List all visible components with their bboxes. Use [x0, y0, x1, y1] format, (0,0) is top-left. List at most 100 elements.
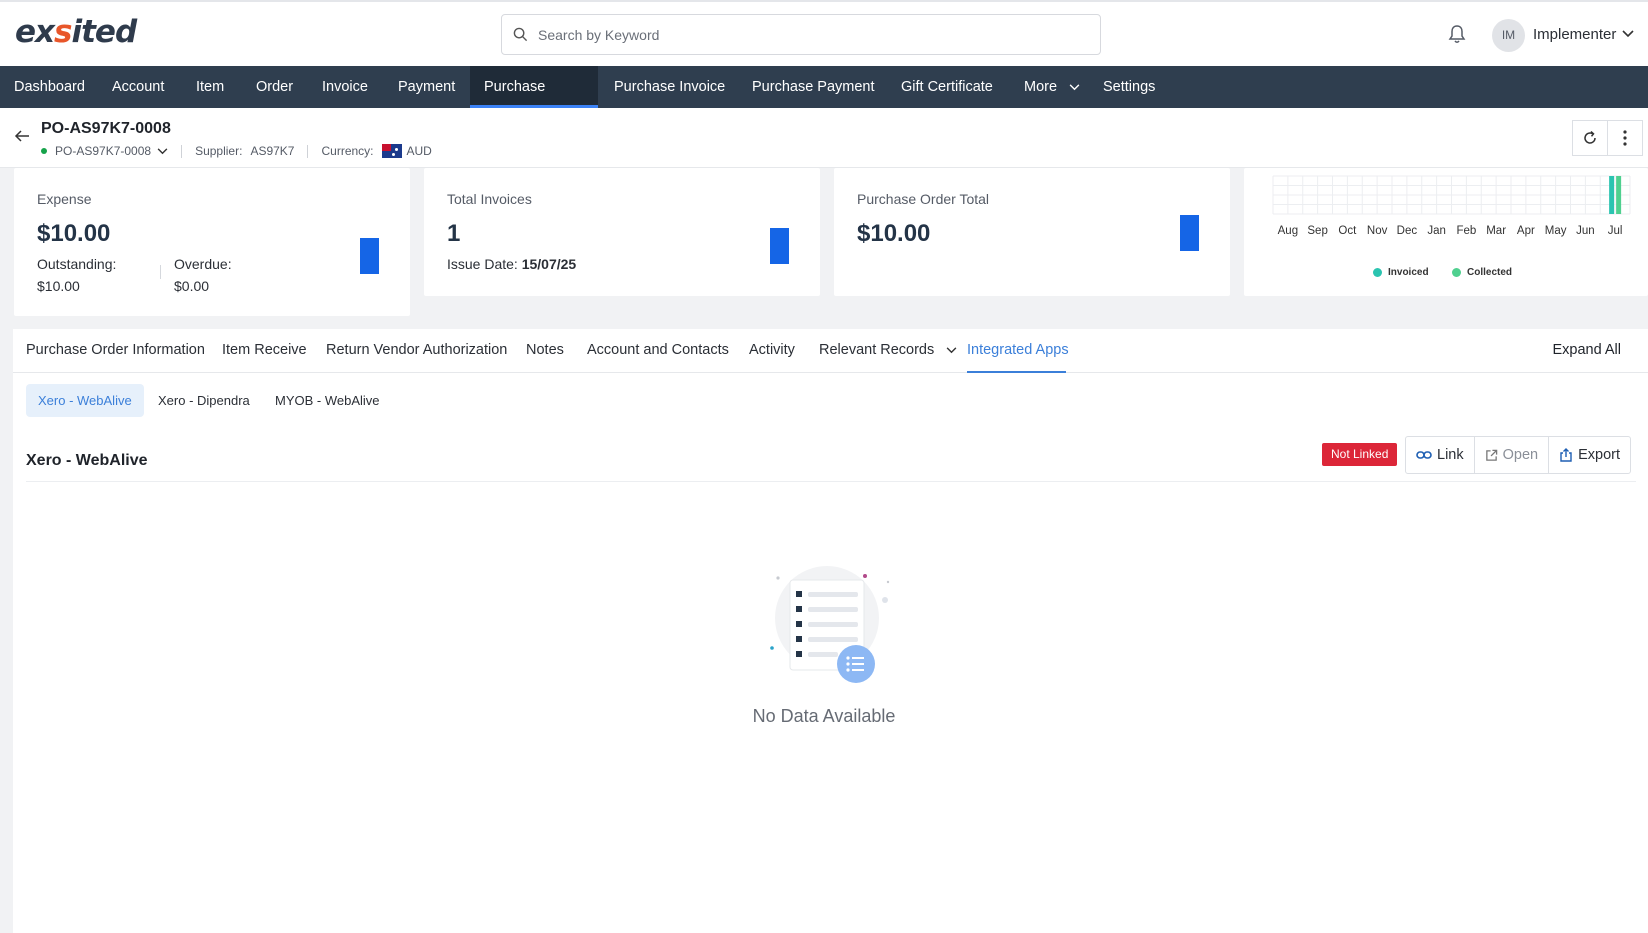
subtab-xero-webalive[interactable]: Xero - WebAlive: [26, 384, 144, 417]
tab-item-receive[interactable]: Item Receive: [222, 342, 307, 358]
kebab-menu-icon: [1623, 130, 1627, 146]
card-label: Total Invoices: [447, 191, 532, 207]
tab-integrated-apps[interactable]: Integrated Apps: [967, 342, 1069, 358]
divider: [26, 481, 1636, 482]
status-badge: Not Linked: [1322, 443, 1398, 466]
australia-flag-icon: [381, 144, 402, 158]
chevron-down-icon[interactable]: [157, 147, 168, 155]
expense-card: Expense $10.00 Outstanding: $10.00 Overd…: [14, 168, 410, 316]
legend-invoiced: Invoiced: [1373, 267, 1429, 278]
outstanding-label: Outstanding:: [37, 256, 117, 272]
record-header: PO-AS97K7-0008 PO-AS97K7-0008 Supplier: …: [0, 108, 1648, 168]
subtab-myob-webalive[interactable]: MYOB - WebAlive: [263, 384, 392, 417]
active-tab-indicator: [967, 371, 1066, 373]
nav-payment[interactable]: Payment: [384, 66, 469, 108]
link-label: Link: [1437, 447, 1464, 463]
top-header: exsited IM Implementer: [0, 0, 1648, 66]
total-invoices-card: Total Invoices 1 Issue Date: 15/07/25: [424, 168, 820, 296]
search-box[interactable]: [501, 14, 1101, 55]
nav-more[interactable]: More: [1010, 66, 1094, 108]
tab-activity[interactable]: Activity: [749, 342, 795, 358]
chart-tick-label: Dec: [1397, 225, 1418, 237]
empty-document-icon: [770, 566, 890, 683]
tab-account-and-contacts[interactable]: Account and Contacts: [587, 342, 729, 358]
link-icon: [1416, 451, 1432, 459]
overdue-value: $0.00: [174, 278, 210, 294]
chart-tick-label: Apr: [1517, 225, 1535, 237]
logo-text: ex: [15, 14, 55, 50]
divider: [160, 265, 161, 279]
tab-relevant-records[interactable]: Relevant Records: [819, 342, 957, 358]
nav-dashboard[interactable]: Dashboard: [0, 66, 99, 108]
card-value: $10.00: [857, 220, 931, 247]
export-label: Export: [1578, 447, 1621, 463]
status-selector[interactable]: PO-AS97K7-0008: [55, 144, 151, 158]
chart-tick-label: Jul: [1608, 225, 1623, 237]
invoices-mini-bar: [770, 228, 789, 264]
po-total-card: Purchase Order Total $10.00: [834, 168, 1230, 296]
nav-purchase-payment[interactable]: Purchase Payment: [738, 66, 889, 108]
nav-purchase-invoice[interactable]: Purchase Invoice: [600, 66, 739, 108]
section-title: Xero - WebAlive: [26, 452, 148, 469]
chart-tick-label: Mar: [1486, 225, 1506, 237]
nav-order[interactable]: Order: [242, 66, 307, 108]
tab-notes[interactable]: Notes: [526, 342, 564, 358]
open-button[interactable]: Open: [1475, 437, 1550, 473]
chevron-down-icon: [1069, 84, 1080, 91]
export-button[interactable]: Export: [1549, 437, 1630, 473]
refresh-button[interactable]: [1572, 120, 1608, 156]
expand-all-button[interactable]: Expand All: [1552, 342, 1621, 358]
nav-purchase-order[interactable]: Purchase Order: [470, 66, 598, 137]
issue-date-value: 15/07/25: [521, 256, 577, 272]
logo-accent: s: [54, 14, 72, 50]
chart-tick-label: Feb: [1456, 225, 1476, 237]
supplier-value: AS97K7: [250, 144, 295, 158]
main-nav: Dashboard Account Item Order Invoice Pay…: [0, 66, 1648, 137]
user-name[interactable]: Implementer: [1533, 26, 1616, 43]
legend-label: Collected: [1467, 267, 1513, 278]
chart-tick-label: May: [1545, 225, 1567, 237]
chevron-down-icon[interactable]: [1622, 30, 1634, 38]
nav-settings[interactable]: Settings: [1089, 66, 1169, 108]
chevron-down-icon: [946, 347, 957, 354]
card-label: Expense: [37, 191, 92, 207]
supplier-label: Supplier:: [195, 144, 243, 158]
legend-swatch: [1373, 268, 1382, 277]
legend-label: Invoiced: [1388, 267, 1429, 278]
po-total-mini-bar: [1180, 215, 1199, 251]
bell-icon[interactable]: [1448, 24, 1466, 44]
invoiced-collected-chart: Aug Sep Oct Nov Dec Jan Feb Mar Apr May Jun Jul: [1272, 175, 1631, 237]
back-arrow-icon[interactable]: [14, 130, 30, 142]
tab-purchase-order-information[interactable]: Purchase Order Information: [26, 342, 205, 358]
legend-collected: Collected: [1452, 267, 1512, 278]
integration-actions: Link Open Export: [1405, 436, 1632, 474]
avatar[interactable]: IM: [1492, 19, 1525, 52]
card-label: Purchase Order Total: [857, 191, 990, 207]
record-meta: PO-AS97K7-0008 Supplier: AS97K7 Currency…: [41, 144, 432, 158]
chart-bar-invoiced-jul: [1609, 176, 1615, 214]
exsited-logo[interactable]: exsited: [15, 14, 137, 50]
logo-text: ited: [71, 14, 137, 50]
nav-more-label: More: [1024, 79, 1058, 95]
tab-return-vendor-authorization[interactable]: Return Vendor Authorization: [326, 342, 507, 358]
nav-item[interactable]: Item: [182, 66, 238, 108]
nav-gift-certificate[interactable]: Gift Certificate: [887, 66, 1007, 108]
link-button[interactable]: Link: [1406, 437, 1475, 473]
nav-account[interactable]: Account: [98, 66, 178, 108]
card-value: $10.00: [37, 220, 111, 247]
external-link-icon: [1485, 449, 1497, 461]
section-tabs: Purchase Order Information Item Receive …: [13, 329, 1648, 373]
chart-tick-label: Jan: [1427, 225, 1446, 237]
subtab-xero-dipendra[interactable]: Xero - Dipendra: [146, 384, 262, 417]
currency-label: Currency:: [321, 144, 374, 158]
chart-bar-collected-jul: [1616, 176, 1622, 214]
chart-tick-label: Jun: [1576, 225, 1595, 237]
divider: [181, 144, 183, 158]
search-input[interactable]: [538, 23, 1078, 47]
nav-invoice[interactable]: Invoice: [308, 66, 382, 108]
more-options-button[interactable]: [1607, 120, 1643, 156]
chart-tick-label: Aug: [1278, 225, 1298, 237]
chart-tick-label: Oct: [1338, 225, 1357, 237]
open-label: Open: [1502, 447, 1539, 463]
issue-date: Issue Date: 15/07/25: [447, 256, 576, 272]
